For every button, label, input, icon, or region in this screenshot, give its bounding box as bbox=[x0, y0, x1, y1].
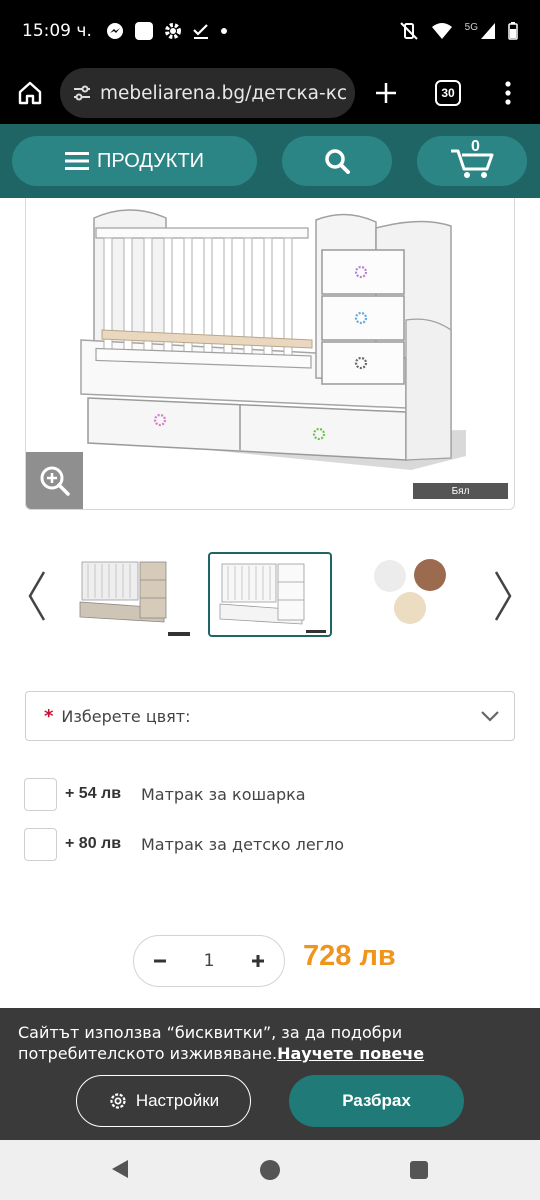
cart-button[interactable]: 0 bbox=[417, 136, 527, 186]
learn-more-link[interactable]: Научете повече bbox=[277, 1044, 424, 1063]
crib-illustration bbox=[80, 209, 466, 470]
more-vert-icon bbox=[505, 81, 511, 105]
home-nav-icon[interactable] bbox=[258, 1158, 282, 1182]
option-bed-mattress: + 80 лв Матрак за детско легло bbox=[24, 827, 504, 861]
network-type: 5G bbox=[464, 21, 478, 33]
gear-icon bbox=[110, 1093, 126, 1109]
products-menu-button[interactable]: ПРОДУКТИ bbox=[12, 136, 257, 186]
search-icon bbox=[325, 149, 350, 174]
site-settings-icon bbox=[74, 85, 90, 101]
task-check-icon bbox=[193, 24, 208, 39]
option-label: Матрак за кошарка bbox=[141, 784, 306, 804]
color-swatches-image bbox=[374, 559, 446, 624]
wifi-icon bbox=[431, 23, 452, 39]
cookie-text: Сайтът използва “бисквитки”, за да подоб… bbox=[18, 1022, 528, 1064]
cookie-settings-button[interactable]: Настройки bbox=[76, 1075, 251, 1127]
url-text: mebeliarena.bg/детска-кс bbox=[100, 82, 348, 104]
option-crib-mattress: + 54 лв Матрак за кошарка bbox=[24, 777, 504, 811]
option-label: Матрак за детско легло bbox=[141, 834, 345, 854]
minus-icon[interactable] bbox=[152, 953, 168, 969]
product-main-image[interactable]: Бял bbox=[25, 198, 515, 510]
chevron-down-icon bbox=[481, 711, 499, 722]
browser-toolbar: mebeliarena.bg/детска-кс 30 bbox=[0, 62, 540, 124]
plus-icon bbox=[376, 83, 396, 103]
site-header: ПРОДУКТИ 0 bbox=[0, 124, 540, 198]
vibrate-mute-icon bbox=[399, 22, 418, 40]
search-button[interactable] bbox=[282, 136, 392, 186]
messenger-icon bbox=[106, 23, 123, 39]
dot-icon bbox=[220, 28, 227, 34]
recent-apps-icon[interactable] bbox=[408, 1159, 430, 1181]
status-bar: 15:09 ч. 5G bbox=[0, 0, 540, 62]
thumbnail-color-swatches[interactable] bbox=[350, 552, 474, 637]
system-nav-bar bbox=[0, 1140, 540, 1200]
thumbnail-crib-wood[interactable] bbox=[72, 552, 196, 637]
browser-home-button[interactable] bbox=[0, 62, 60, 124]
new-tab-button[interactable] bbox=[355, 62, 417, 124]
app-notification-icon bbox=[134, 22, 153, 40]
carousel-next-button[interactable] bbox=[488, 566, 518, 626]
option-price: + 54 лв bbox=[65, 785, 122, 802]
color-select[interactable]: * Изберете цвят: bbox=[25, 691, 515, 741]
zoom-button[interactable] bbox=[26, 452, 83, 509]
tab-switcher-button[interactable]: 30 bbox=[417, 62, 479, 124]
accept-label: Разбрах bbox=[342, 1091, 411, 1110]
cookie-accept-button[interactable]: Разбрах bbox=[289, 1075, 464, 1127]
thumbnail-crib-white[interactable] bbox=[208, 552, 332, 637]
required-marker: * bbox=[44, 705, 54, 727]
settings-gear-icon bbox=[164, 23, 181, 39]
zoom-in-icon bbox=[40, 466, 70, 496]
crib-wood-thumbnail-image bbox=[79, 561, 190, 636]
back-icon[interactable] bbox=[108, 1157, 132, 1181]
browser-menu-button[interactable] bbox=[479, 62, 537, 124]
home-icon bbox=[18, 81, 42, 105]
crib-white-thumbnail-image bbox=[219, 563, 326, 633]
thumbnail-carousel bbox=[0, 548, 540, 642]
signal-icon bbox=[481, 23, 495, 39]
status-time: 15:09 ч. bbox=[22, 21, 92, 41]
carousel-prev-button[interactable] bbox=[22, 566, 52, 626]
option-checkbox[interactable] bbox=[24, 777, 57, 811]
settings-label: Настройки bbox=[135, 1091, 220, 1110]
product-price: 728 лв bbox=[303, 940, 396, 972]
cookie-banner: Сайтът използва “бисквитки”, за да подоб… bbox=[0, 1008, 540, 1140]
chevron-left-icon bbox=[28, 571, 46, 621]
hamburger-icon bbox=[64, 152, 89, 170]
color-badge: Бял bbox=[413, 483, 508, 499]
cart-count: 0 bbox=[471, 138, 480, 155]
quantity-stepper: 1 bbox=[133, 935, 285, 987]
address-bar[interactable]: mebeliarena.bg/детска-кс bbox=[60, 68, 355, 118]
tab-count: 30 bbox=[435, 80, 461, 106]
battery-icon bbox=[508, 22, 518, 40]
chevron-right-icon bbox=[494, 571, 512, 621]
products-label: ПРОДУКТИ bbox=[96, 149, 205, 172]
option-checkbox[interactable] bbox=[24, 827, 57, 861]
quantity-value[interactable]: 1 bbox=[204, 951, 215, 971]
option-price: + 80 лв bbox=[65, 835, 122, 852]
color-select-placeholder: Изберете цвят: bbox=[61, 706, 191, 726]
plus-icon[interactable] bbox=[250, 953, 266, 969]
